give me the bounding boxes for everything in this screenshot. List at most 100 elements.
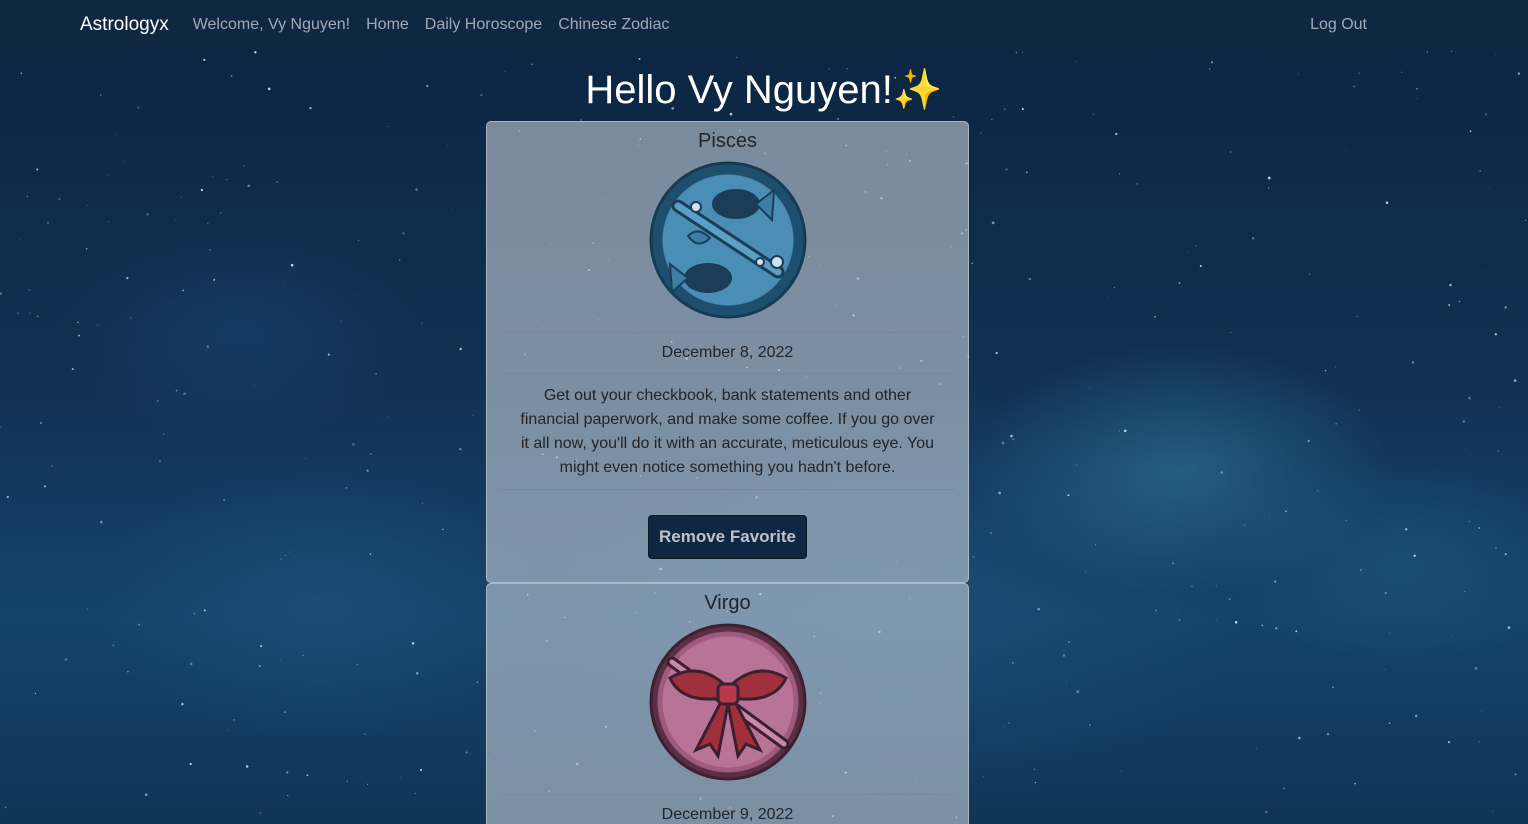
star: [1465, 447, 1467, 449]
star: [421, 502, 423, 504]
star: [1313, 674, 1315, 675]
star: [175, 220, 177, 221]
star: [1089, 724, 1091, 726]
star: [253, 385, 255, 387]
star: [411, 642, 415, 645]
star: [77, 321, 79, 323]
star: [366, 469, 369, 472]
star: [51, 465, 54, 468]
star: [982, 776, 984, 778]
star: [1107, 297, 1108, 298]
star: [1354, 782, 1356, 785]
star: [247, 184, 250, 188]
brand-link[interactable]: Astrologyx: [80, 14, 169, 36]
star: [1498, 407, 1500, 408]
star: [219, 212, 222, 214]
star: [144, 793, 148, 797]
star: [1492, 810, 1494, 812]
star: [175, 389, 178, 392]
star: [180, 196, 182, 198]
star: [1485, 270, 1487, 272]
page-title: Hello Vy Nguyen!✨: [0, 66, 1528, 113]
star: [1283, 787, 1285, 790]
star: [1210, 61, 1214, 64]
horoscope-date: December 8, 2022: [661, 344, 794, 361]
remove-favorite-button[interactable]: Remove Favorite: [648, 515, 807, 559]
star: [420, 769, 422, 771]
star: [28, 288, 31, 291]
star: [1449, 283, 1452, 287]
star: [127, 671, 129, 673]
star: [1309, 273, 1310, 275]
star: [971, 262, 973, 265]
star: [1008, 722, 1010, 724]
star: [1413, 554, 1416, 557]
star: [29, 312, 31, 314]
star: [1468, 520, 1471, 523]
star: [284, 554, 286, 557]
star: [351, 442, 355, 446]
logout-link[interactable]: Log Out: [1310, 16, 1367, 34]
star: [1228, 598, 1231, 601]
star: [1324, 369, 1327, 372]
star: [459, 347, 463, 351]
star: [376, 633, 378, 635]
star: [346, 780, 349, 782]
star: [1012, 438, 1015, 441]
star: [156, 399, 159, 403]
star: [1243, 524, 1246, 527]
star: [415, 188, 418, 191]
star: [258, 665, 261, 668]
star: [1229, 151, 1232, 153]
star: [162, 433, 165, 435]
star: [200, 188, 204, 192]
star: [421, 322, 423, 324]
star: [6, 495, 9, 499]
star: [46, 221, 50, 224]
star: [280, 658, 281, 660]
star: [1120, 770, 1122, 772]
star: [1274, 580, 1277, 583]
star: [1118, 430, 1120, 432]
star: [189, 762, 192, 766]
star: [259, 812, 262, 814]
star: [0, 292, 2, 295]
star: [1207, 155, 1209, 157]
nav-daily-horoscope[interactable]: Daily Horoscope: [425, 16, 542, 34]
star: [1497, 450, 1500, 452]
virgo-icon: [649, 623, 806, 781]
star: [369, 453, 372, 455]
star: [451, 208, 452, 210]
star: [1275, 627, 1278, 630]
star: [203, 58, 206, 62]
star: [1295, 630, 1298, 633]
star: [158, 459, 162, 463]
star: [736, 56, 738, 58]
nav-chinese-zodiac[interactable]: Chinese Zodiac: [558, 16, 669, 34]
star: [1267, 187, 1270, 189]
star: [1028, 277, 1032, 281]
star: [836, 117, 840, 120]
star: [58, 197, 61, 201]
star: [989, 531, 993, 535]
nav-home[interactable]: Home: [366, 16, 409, 34]
star: [1175, 612, 1177, 615]
star: [1448, 303, 1451, 307]
star: [36, 315, 39, 318]
star: [387, 416, 388, 418]
star: [1481, 711, 1482, 712]
star: [1388, 722, 1391, 724]
star: [1405, 528, 1408, 531]
star: [1384, 669, 1386, 671]
greeting-text: Hello Vy Nguyen!: [585, 68, 893, 112]
star: [1345, 519, 1347, 521]
star: [87, 608, 88, 610]
star: [100, 520, 103, 524]
star: [401, 599, 403, 601]
star: [237, 512, 238, 514]
horoscope-date: December 9, 2022: [661, 806, 794, 823]
star: [1447, 741, 1450, 744]
star: [1178, 618, 1181, 622]
star: [4, 806, 7, 809]
star: [369, 553, 372, 555]
